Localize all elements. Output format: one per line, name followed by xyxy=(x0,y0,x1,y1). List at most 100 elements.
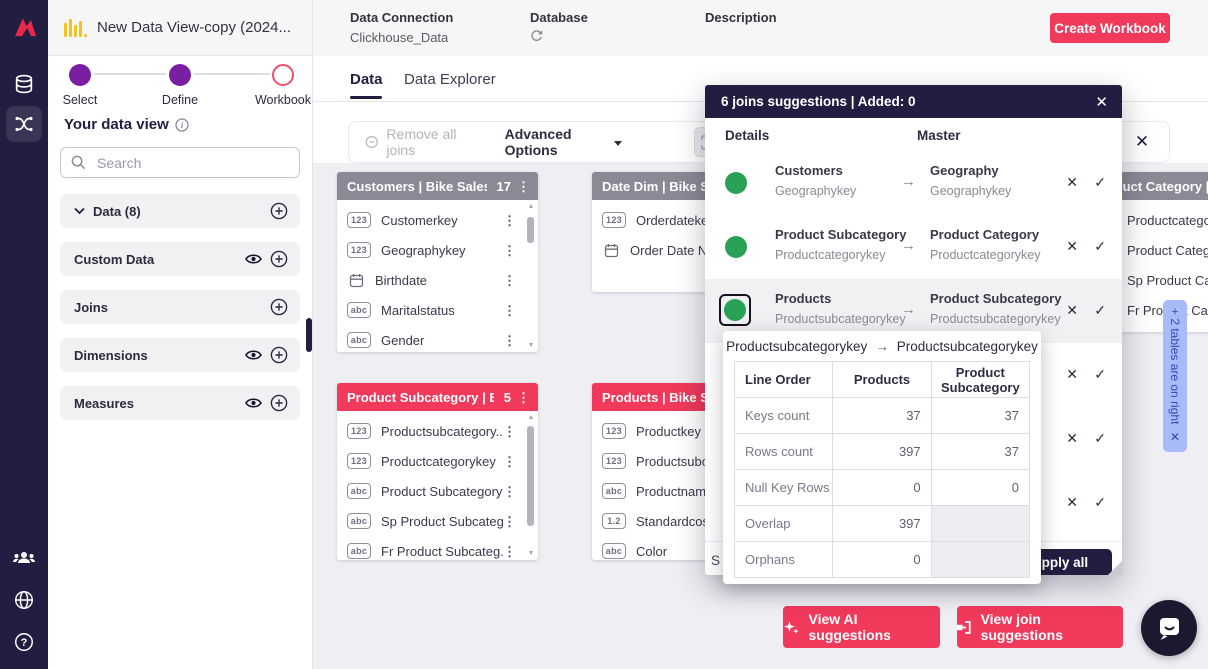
chat-widget-button[interactable] xyxy=(1141,600,1197,656)
scroll-up-icon[interactable]: ▲ xyxy=(526,414,536,421)
panel-scrollbar[interactable] xyxy=(306,318,312,352)
kebab-menu-icon[interactable]: ⋮ xyxy=(503,545,516,558)
field-row[interactable]: 123Productcategorykey⋮ xyxy=(337,446,538,476)
field-row[interactable]: 123Geographykey⋮ xyxy=(337,235,538,265)
table-card-header[interactable]: Product Subcategory | Bik...5⋮ xyxy=(337,383,538,411)
search-box[interactable] xyxy=(60,147,300,178)
accept-join-icon[interactable]: ✓ xyxy=(1094,238,1106,255)
accept-join-icon[interactable]: ✓ xyxy=(1094,302,1106,319)
join-status-dot xyxy=(725,172,747,194)
reject-join-icon[interactable]: ✕ xyxy=(1066,238,1078,255)
tables-on-right-badge[interactable]: + 2 tables are on right ✕ xyxy=(1163,300,1187,452)
view-ai-suggestions-button[interactable]: View AI suggestions xyxy=(783,606,940,648)
field-row[interactable]: abcMaritalstatus⋮ xyxy=(337,295,538,325)
text-field-icon: abc xyxy=(347,483,371,499)
field-row[interactable]: Birthdate⋮ xyxy=(337,265,538,295)
dataview-header: New Data View-copy (2024... xyxy=(48,0,312,56)
eye-icon[interactable] xyxy=(245,397,262,409)
modal-close-icon[interactable]: ✕ xyxy=(1095,93,1108,111)
kebab-menu-icon[interactable]: ⋮ xyxy=(503,485,516,498)
step-workbook[interactable]: Workbook xyxy=(253,64,313,107)
kebab-menu-icon[interactable]: ⋮ xyxy=(503,214,516,227)
close-panel-button[interactable]: ✕ xyxy=(1114,121,1170,163)
master-side: Product CategoryProductcategorykey xyxy=(930,227,1060,262)
card-scrollbar[interactable]: ▲▼ xyxy=(526,203,536,349)
kebab-menu-icon[interactable]: ⋮ xyxy=(503,455,516,468)
reject-join-icon[interactable]: ✕ xyxy=(1066,174,1078,191)
sidebar-section-joins[interactable]: Joins xyxy=(60,290,300,324)
info-icon[interactable]: i xyxy=(175,118,189,132)
table-card[interactable]: Product Subcategory | Bik...5⋮ 123Product… xyxy=(337,383,538,560)
kebab-menu-icon[interactable]: ⋮ xyxy=(503,244,516,257)
accept-join-icon[interactable]: ✓ xyxy=(1094,174,1106,191)
join-suggestion-row[interactable]: Product SubcategoryProductcategorykey→Pr… xyxy=(705,215,1122,279)
plus-circle-icon[interactable] xyxy=(270,394,288,412)
plus-circle-icon[interactable] xyxy=(270,202,288,220)
reject-join-icon[interactable]: ✕ xyxy=(1066,494,1078,511)
sidebar-section-data-8-[interactable]: Data (8) xyxy=(60,194,300,228)
master-side: Product SubcategoryProductsubcategorykey xyxy=(930,291,1060,326)
kebab-menu-icon[interactable]: ⋮ xyxy=(503,334,516,347)
sidebar-section-custom-data[interactable]: Custom Data xyxy=(60,242,300,276)
join-suggestion-row[interactable]: CustomersGeographykey→GeographyGeography… xyxy=(705,151,1122,215)
reject-join-icon[interactable]: ✕ xyxy=(1066,430,1078,447)
modal-resize-handle[interactable] xyxy=(1108,561,1122,575)
field-row[interactable]: abcProduct Subcategory⋮ xyxy=(337,476,538,506)
scroll-thumb[interactable] xyxy=(527,426,534,526)
scroll-down-icon[interactable]: ▼ xyxy=(526,342,536,349)
plus-circle-icon[interactable] xyxy=(270,250,288,268)
team-icon[interactable] xyxy=(6,540,42,576)
database-icon[interactable] xyxy=(6,66,42,102)
kebab-menu-icon[interactable]: ⋮ xyxy=(517,180,530,193)
field-row[interactable]: abcFr Product Subcateg...⋮ xyxy=(337,536,538,560)
sidebar-section-dimensions[interactable]: Dimensions xyxy=(60,338,300,372)
kebab-menu-icon[interactable]: ⋮ xyxy=(517,391,530,404)
kebab-menu-icon[interactable]: ⋮ xyxy=(503,274,516,287)
search-input[interactable] xyxy=(95,154,269,172)
field-row[interactable]: abcSp Product Subcateg...⋮ xyxy=(337,506,538,536)
dataview-title: New Data View-copy (2024... xyxy=(97,19,291,36)
sidebar-section-measures[interactable]: Measures xyxy=(60,386,300,420)
accept-join-icon[interactable]: ✓ xyxy=(1094,366,1106,383)
plus-circle-icon[interactable] xyxy=(270,298,288,316)
table-card-header[interactable]: Customers | Bike Sales17⋮ xyxy=(337,172,538,200)
field-row[interactable]: 123Productsubcategory...⋮ xyxy=(337,416,538,446)
globe-icon[interactable] xyxy=(6,582,42,618)
svg-text:?: ? xyxy=(21,637,28,649)
field-row[interactable]: 123Customerkey⋮ xyxy=(337,205,538,235)
joins-model-icon[interactable] xyxy=(6,106,42,142)
scroll-up-icon[interactable]: ▲ xyxy=(526,203,536,210)
eye-icon[interactable] xyxy=(245,349,262,361)
card-scrollbar[interactable]: ▲▼ xyxy=(526,414,536,557)
eye-icon[interactable] xyxy=(245,253,262,265)
kebab-menu-icon[interactable]: ⋮ xyxy=(503,515,516,528)
scroll-down-icon[interactable]: ▼ xyxy=(526,550,536,557)
app-logo[interactable] xyxy=(10,12,38,40)
advanced-options-dropdown[interactable]: Advanced Options xyxy=(505,126,623,158)
kebab-menu-icon[interactable]: ⋮ xyxy=(503,425,516,438)
badge-close-icon[interactable]: ✕ xyxy=(1170,430,1180,444)
refresh-icon[interactable] xyxy=(530,30,543,43)
accept-join-icon[interactable]: ✓ xyxy=(1094,494,1106,511)
skip-all-button-partial[interactable]: S xyxy=(711,553,720,568)
kebab-menu-icon[interactable]: ⋮ xyxy=(503,304,516,317)
field-row[interactable]: abcGender⋮ xyxy=(337,325,538,352)
table-card[interactable]: Customers | Bike Sales17⋮ 123Customerkey⋮… xyxy=(337,172,538,352)
details-side: ProductsProductsubcategorykey xyxy=(775,291,905,326)
calendar-icon xyxy=(349,273,364,288)
accept-join-icon[interactable]: ✓ xyxy=(1094,430,1106,447)
scroll-thumb[interactable] xyxy=(527,217,534,243)
reject-join-icon[interactable]: ✕ xyxy=(1066,302,1078,319)
tab-data[interactable]: Data xyxy=(350,71,383,88)
svg-text:i: i xyxy=(181,120,184,130)
create-workbook-button[interactable]: Create Workbook xyxy=(1050,13,1170,43)
step-define[interactable]: Define xyxy=(150,64,210,107)
step-select[interactable]: Select xyxy=(50,64,110,107)
detail-table-name: Customers xyxy=(775,163,905,178)
tab-data-explorer[interactable]: Data Explorer xyxy=(404,71,496,88)
reject-join-icon[interactable]: ✕ xyxy=(1066,366,1078,383)
remove-all-joins-button[interactable]: Remove all joins xyxy=(365,126,473,158)
help-icon[interactable]: ? xyxy=(6,624,42,660)
plus-circle-icon[interactable] xyxy=(270,346,288,364)
view-join-suggestions-button[interactable]: View join suggestions xyxy=(957,606,1123,648)
